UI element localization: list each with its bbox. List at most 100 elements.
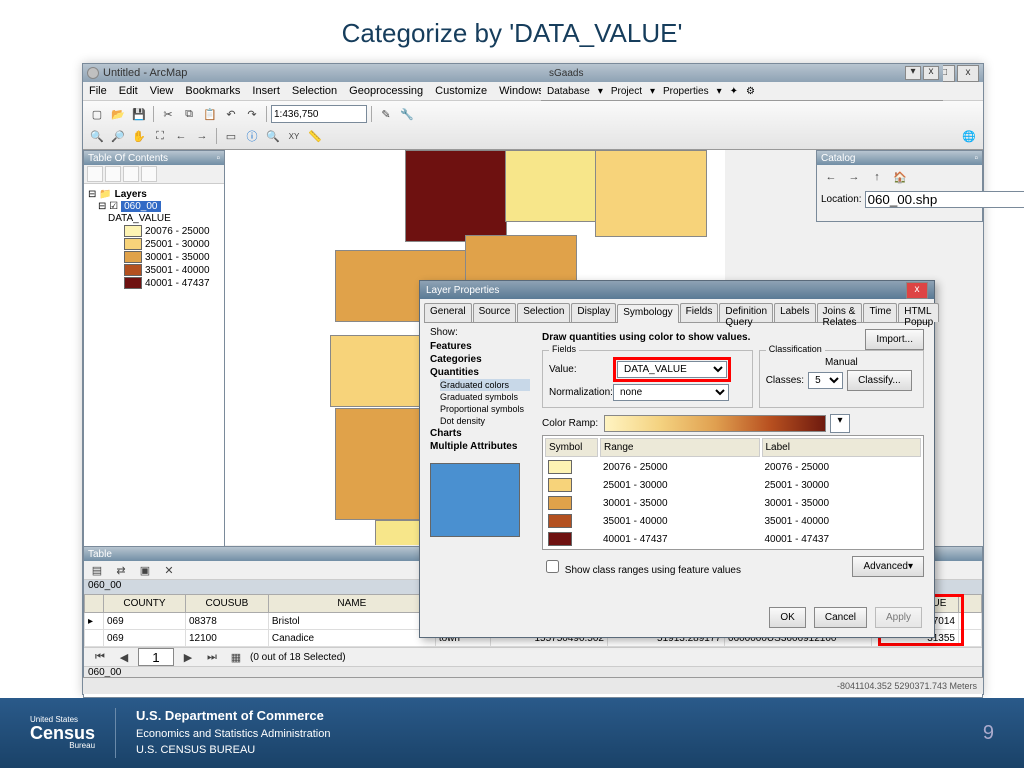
apply-button[interactable]: Apply [875, 607, 922, 628]
sym-row[interactable]: 25001 - 3000025001 - 30000 [545, 477, 921, 493]
toc-vis-icon[interactable] [123, 166, 139, 182]
save-icon[interactable]: 💾 [129, 104, 149, 124]
tab-general[interactable]: General [424, 303, 472, 322]
tab-symbology[interactable]: Symbology [617, 304, 678, 323]
nav-last-icon[interactable]: ⏭ [202, 647, 222, 667]
tab-defquery[interactable]: Definition Query [719, 303, 773, 322]
toc-layer[interactable]: ⊟ ☑ 060_00 [98, 201, 220, 212]
menu-bookmarks[interactable]: Bookmarks [185, 85, 240, 97]
opt-quantities[interactable]: Quantities [430, 366, 530, 379]
table-clear-icon[interactable]: ✕ [159, 560, 179, 580]
toc-list-icon[interactable] [87, 166, 103, 182]
menu-geoprocessing[interactable]: Geoprocessing [349, 85, 423, 97]
location-input[interactable] [865, 191, 1024, 208]
globe-icon[interactable]: 🌐 [959, 126, 979, 146]
opt-grad-symbols[interactable]: Graduated symbols [440, 391, 530, 403]
cat-home-icon[interactable]: 🏠 [890, 167, 910, 187]
tab-fields[interactable]: Fields [680, 303, 719, 322]
sg-icon[interactable]: ✦ [730, 86, 738, 97]
undo-icon[interactable]: ↶ [221, 104, 241, 124]
opt-features[interactable]: Features [430, 340, 530, 353]
nav-first-icon[interactable]: ⏮ [90, 647, 110, 667]
tab-joins[interactable]: Joins & Relates [817, 303, 863, 322]
nav-show-all-icon[interactable]: ▦ [226, 647, 246, 667]
xy-icon[interactable]: XY [284, 126, 304, 146]
color-ramp[interactable] [604, 415, 826, 432]
toolbox-icon[interactable]: 🔧 [397, 104, 417, 124]
zoom-out-icon[interactable]: 🔎 [108, 126, 128, 146]
identify-icon[interactable]: ⓘ [242, 126, 262, 146]
sg-properties[interactable]: Properties [663, 86, 709, 97]
table-select-icon[interactable]: ▣ [135, 560, 155, 580]
sym-row[interactable]: 35001 - 4000035001 - 40000 [545, 513, 921, 529]
opt-charts[interactable]: Charts [430, 427, 530, 440]
scale-input[interactable] [271, 105, 367, 123]
menu-insert[interactable]: Insert [252, 85, 280, 97]
cut-icon[interactable]: ✂ [158, 104, 178, 124]
paste-icon[interactable]: 📋 [200, 104, 220, 124]
sg-database[interactable]: Database [547, 86, 590, 97]
show-ranges-checkbox[interactable]: Show class ranges using feature values [542, 557, 741, 576]
tab-time[interactable]: Time [863, 303, 897, 322]
cat-back-icon[interactable]: ← [821, 167, 841, 187]
classify-button[interactable]: Classify... [847, 370, 912, 391]
open-icon[interactable]: 📂 [108, 104, 128, 124]
sym-row[interactable]: 20076 - 2500020076 - 25000 [545, 459, 921, 475]
close-button[interactable]: x [957, 65, 979, 82]
opt-prop-symbols[interactable]: Proportional symbols [440, 403, 530, 415]
find-icon[interactable]: 🔍 [263, 126, 283, 146]
classes-select[interactable]: 5 [808, 372, 843, 389]
col-name[interactable]: NAME [268, 595, 435, 613]
full-extent-icon[interactable]: ⛶ [150, 126, 170, 146]
tab-labels[interactable]: Labels [774, 303, 815, 322]
opt-dot[interactable]: Dot density [440, 415, 530, 427]
measure-icon[interactable]: 📏 [305, 126, 325, 146]
sym-row[interactable]: 30001 - 3500030001 - 35000 [545, 495, 921, 511]
tab-html[interactable]: HTML Popup [898, 303, 939, 322]
nav-prev-icon[interactable]: ◀ [114, 647, 134, 667]
table-related-icon[interactable]: ⇄ [111, 560, 131, 580]
zoom-in-icon[interactable]: 🔍 [87, 126, 107, 146]
sg-project[interactable]: Project [611, 86, 642, 97]
menu-selection[interactable]: Selection [292, 85, 337, 97]
table-options-icon[interactable]: ▤ [87, 560, 107, 580]
col-county[interactable]: COUNTY [104, 595, 186, 613]
sg-close-icon[interactable]: x [923, 66, 939, 80]
sg-pin-icon[interactable]: ▾ [905, 66, 921, 80]
sg-icon[interactable]: ⚙ [746, 86, 755, 97]
norm-select[interactable]: none [613, 384, 729, 401]
select-icon[interactable]: ▭ [221, 126, 241, 146]
menu-view[interactable]: View [150, 85, 174, 97]
tab-display[interactable]: Display [571, 303, 616, 322]
col-cousub[interactable]: COUSUB [185, 595, 268, 613]
toc-root[interactable]: ⊟ 📁 Layers [88, 189, 220, 200]
menu-windows[interactable]: Windows [499, 85, 544, 97]
menu-customize[interactable]: Customize [435, 85, 487, 97]
catalog-pin-icon[interactable]: ▫ [974, 153, 978, 164]
menu-file[interactable]: File [89, 85, 107, 97]
cancel-button[interactable]: Cancel [814, 607, 867, 628]
tab-selection[interactable]: Selection [517, 303, 570, 322]
dialog-close-icon[interactable]: x [906, 282, 928, 299]
cat-up-icon[interactable]: ↑ [867, 167, 887, 187]
pan-icon[interactable]: ✋ [129, 126, 149, 146]
tab-source[interactable]: Source [473, 303, 517, 322]
import-button[interactable]: Import... [865, 329, 924, 350]
back-icon[interactable]: ← [171, 126, 191, 146]
advanced-button[interactable]: Advanced ▾ [852, 556, 924, 577]
toc-sel-icon[interactable] [141, 166, 157, 182]
ok-button[interactable]: OK [769, 607, 805, 628]
opt-categories[interactable]: Categories [430, 353, 530, 366]
copy-icon[interactable]: ⧉ [179, 104, 199, 124]
menu-edit[interactable]: Edit [119, 85, 138, 97]
editor-toolbar-icon[interactable]: ✎ [376, 104, 396, 124]
col-symbol[interactable]: Symbol [545, 438, 598, 457]
toc-pin-icon[interactable]: ▫ [216, 153, 220, 164]
opt-grad-colors[interactable]: Graduated colors [440, 379, 530, 391]
new-icon[interactable]: ▢ [87, 104, 107, 124]
nav-next-icon[interactable]: ▶ [178, 647, 198, 667]
value-select[interactable]: DATA_VALUE [617, 361, 727, 378]
nav-page-input[interactable] [138, 648, 174, 666]
col-range[interactable]: Range [600, 438, 760, 457]
sym-row[interactable]: 40001 - 4743740001 - 47437 [545, 531, 921, 547]
